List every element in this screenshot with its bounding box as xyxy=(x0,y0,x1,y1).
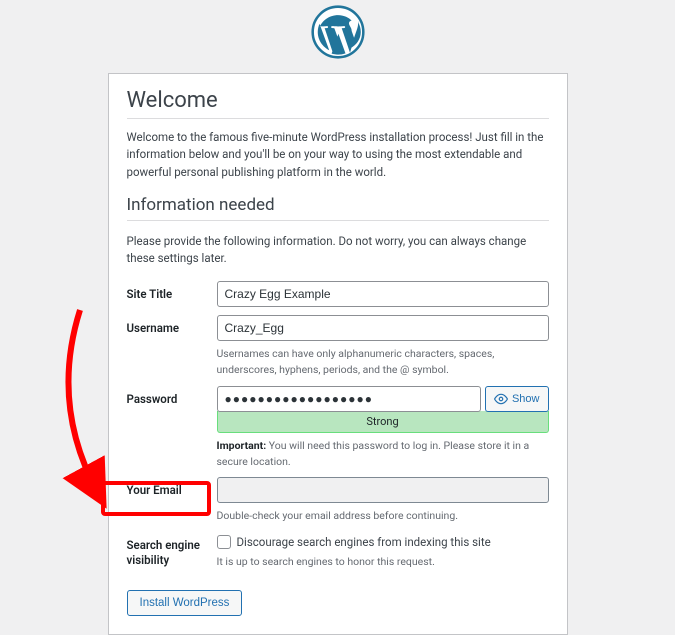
email-hint: Double-check your email address before c… xyxy=(217,508,549,524)
search-visibility-label: Search engine visibility xyxy=(127,532,217,568)
username-label: Username xyxy=(127,315,217,336)
username-input[interactable] xyxy=(217,315,549,341)
welcome-heading: Welcome xyxy=(127,88,549,119)
checkbox-icon xyxy=(217,535,231,549)
password-strength: Strong xyxy=(217,411,549,433)
search-visibility-checkbox[interactable]: Discourage search engines from indexing … xyxy=(217,532,549,549)
eye-icon xyxy=(494,392,508,406)
show-password-button[interactable]: Show xyxy=(485,386,549,412)
install-wordpress-button[interactable]: Install WordPress xyxy=(127,590,243,616)
wordpress-logo xyxy=(0,0,675,63)
info-heading: Information needed xyxy=(127,195,549,221)
search-hint: It is up to search engines to honor this… xyxy=(217,554,549,570)
checkbox-label: Discourage search engines from indexing … xyxy=(237,535,491,549)
site-title-input[interactable] xyxy=(217,281,549,307)
password-input[interactable] xyxy=(217,386,481,412)
password-label: Password xyxy=(127,386,217,407)
annotation-arrow xyxy=(30,305,120,515)
intro-text: Welcome to the famous five-minute WordPr… xyxy=(127,129,549,181)
email-input[interactable] xyxy=(217,477,549,503)
username-hint: Usernames can have only alphanumeric cha… xyxy=(217,346,549,378)
email-label: Your Email xyxy=(127,477,217,498)
sub-text: Please provide the following information… xyxy=(127,233,549,268)
site-title-label: Site Title xyxy=(127,281,217,302)
install-card: Welcome Welcome to the famous five-minut… xyxy=(108,73,568,635)
password-hint: Important: You will need this password t… xyxy=(217,438,549,470)
